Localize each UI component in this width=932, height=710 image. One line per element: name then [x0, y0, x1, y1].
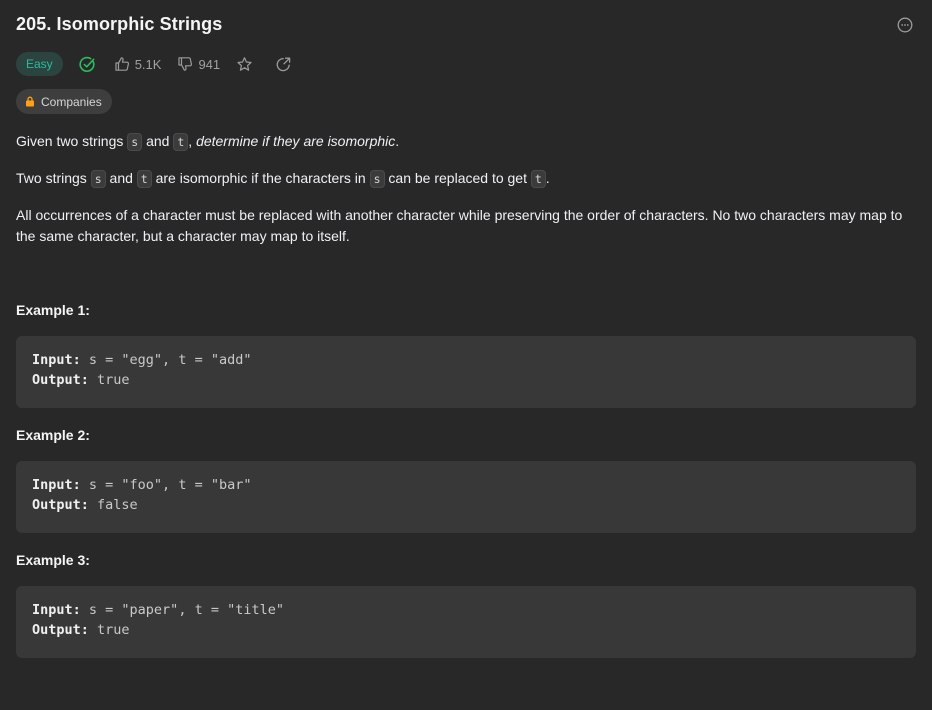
like-button[interactable]: 5.1K	[114, 56, 162, 72]
inline-code-s: s	[127, 133, 143, 151]
dislike-button[interactable]: 941	[177, 56, 220, 72]
more-icon	[897, 17, 913, 33]
emphasis-text: determine if they are isomorphic	[196, 133, 396, 149]
inline-code-s: s	[90, 170, 106, 188]
share-button[interactable]	[275, 56, 292, 73]
example-3-title: Example 3:	[16, 552, 90, 568]
solved-status	[79, 56, 96, 73]
example-2-input: Input: s = "foo", t = "bar"	[32, 477, 252, 493]
inline-code-s: s	[369, 170, 385, 188]
inline-code-t: t	[173, 133, 189, 151]
example-2-block: Input: s = "foo", t = "bar" Output: fals…	[16, 461, 916, 533]
example-2-title: Example 2:	[16, 427, 90, 443]
description-paragraph-3: All occurrences of a character must be r…	[16, 207, 903, 244]
share-icon	[276, 57, 291, 71]
example-3-input: Input: s = "paper", t = "title"	[32, 602, 284, 618]
description-paragraph-1: Given two strings s and t, determine if …	[16, 133, 400, 151]
example-3-block: Input: s = "paper", t = "title" Output: …	[16, 586, 916, 658]
example-3-output: Output: true	[32, 622, 130, 638]
example-2-output: Output: false	[32, 497, 138, 513]
inline-code-t: t	[530, 170, 546, 188]
problem-meta-row: Easy 5.1K 941	[16, 51, 292, 77]
like-count: 5.1K	[134, 56, 162, 72]
example-1-title: Example 1:	[16, 302, 90, 318]
thumbs-up-icon	[115, 57, 129, 71]
more-options-button[interactable]	[896, 16, 914, 34]
description-paragraph-2: Two strings s and t are isomorphic if th…	[16, 170, 550, 188]
inline-code-t: t	[136, 170, 152, 188]
lock-icon	[25, 96, 35, 107]
example-1-output: Output: true	[32, 372, 130, 388]
example-1-block: Input: s = "egg", t = "add" Output: true	[16, 336, 916, 408]
problem-title: 205. Isomorphic Strings	[16, 14, 223, 34]
dislike-count: 941	[198, 56, 221, 72]
difficulty-badge: Easy	[16, 52, 63, 76]
favorite-button[interactable]	[236, 56, 253, 73]
companies-label: Companies	[41, 94, 102, 109]
star-icon	[237, 56, 252, 71]
solved-check-icon	[79, 56, 95, 72]
thumbs-down-icon	[178, 57, 193, 71]
companies-tag[interactable]: Companies	[16, 89, 112, 114]
example-1-input: Input: s = "egg", t = "add"	[32, 352, 252, 368]
